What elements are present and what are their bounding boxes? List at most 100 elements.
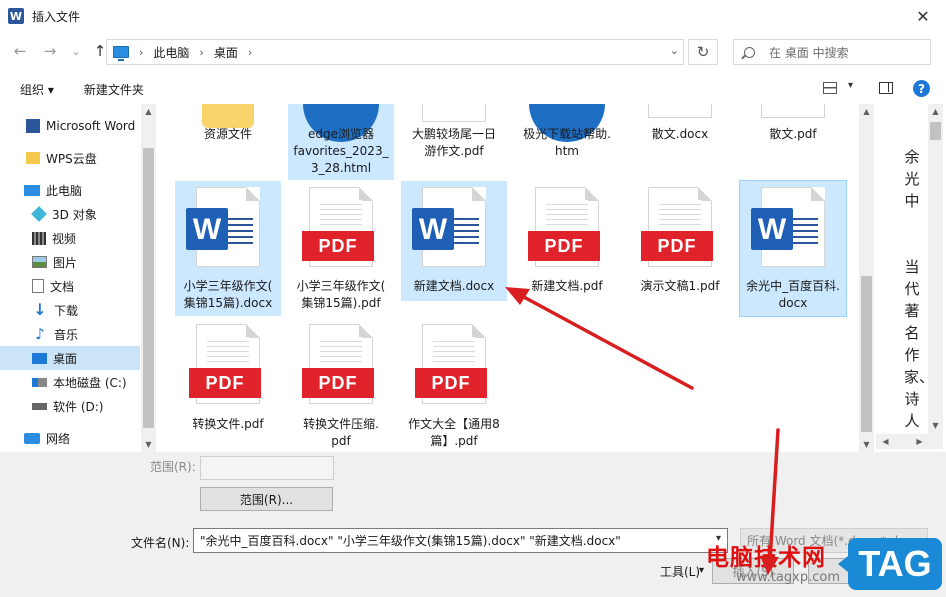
pdf-badge: PDF (189, 368, 261, 398)
scroll-up-icon[interactable]: ▲ (859, 104, 874, 119)
navigation-pane: Microsoft Word WPS云盘 此电脑 3D 对象 视频 图片 文档 … (0, 104, 140, 452)
organize-menu[interactable]: 组织 ▾ (20, 81, 54, 98)
scrollbar-thumb[interactable] (143, 148, 154, 428)
file-item-pdf[interactable]: PDF 作文大全【通用8 篇】.pdf (401, 318, 507, 448)
sidebar-item-software-d[interactable]: 软件 (D:) (0, 394, 140, 418)
sidebar-item-label: 3D 对象 (52, 207, 97, 222)
new-folder-button[interactable]: 新建文件夹 (84, 81, 144, 98)
preview-pane: 余 光 中 当 代 著 名 作 家、 诗 人 ▲ ▼ ◀ ▶ (876, 104, 946, 452)
preview-text: 余 光 中 当 代 著 名 作 家、 诗 人 (904, 146, 934, 432)
breadcrumb-desktop[interactable]: 桌面 (214, 44, 238, 61)
scroll-up-icon[interactable]: ▲ (928, 104, 943, 119)
search-input[interactable]: 在 桌面 中搜索 (733, 39, 931, 65)
view-dropdown-icon[interactable]: ▾ (848, 80, 853, 91)
music-icon: ♪ (35, 325, 45, 343)
forward-button[interactable]: → (38, 39, 62, 63)
file-item-docx[interactable]: W 余光中_百度百科. docx (739, 180, 847, 317)
scroll-down-icon[interactable]: ▼ (859, 437, 874, 452)
word-icon: W (186, 208, 228, 250)
scroll-up-icon[interactable]: ▲ (141, 104, 156, 119)
view-options-icon[interactable] (823, 82, 837, 94)
preview-char: 余 (904, 148, 920, 166)
close-button[interactable]: ✕ (900, 0, 946, 32)
document-lines (320, 337, 362, 365)
preview-char: 中 (904, 192, 920, 210)
file-name: pdf (331, 434, 351, 448)
file-item-pdf[interactable]: PDF 转换文件.pdf (175, 318, 281, 448)
scroll-down-icon[interactable]: ▼ (141, 437, 156, 452)
preview-gap (904, 212, 920, 234)
pdf-icon (761, 104, 825, 118)
computer-icon (24, 184, 40, 196)
file-name: 小学三年级作文( (296, 279, 386, 293)
range-button[interactable]: 范围(R)... (200, 487, 333, 511)
refresh-button[interactable]: ↻ (688, 39, 718, 65)
scroll-right-icon[interactable]: ▶ (912, 434, 927, 449)
pdf-icon: PDF (302, 324, 374, 404)
recent-locations-button[interactable]: ⌄ (64, 39, 88, 63)
scrollbar-thumb[interactable] (861, 276, 872, 432)
sidebar-item-downloads[interactable]: ↓ 下载 (0, 298, 140, 322)
document-lines (546, 200, 588, 228)
file-item-pdf[interactable]: PDF 小学三年级作文( 集锦15篇).pdf (288, 181, 394, 316)
file-item-htm[interactable]: 极光下载站帮助. htm (514, 104, 620, 180)
preview-vertical-scrollbar[interactable]: ▲ ▼ (928, 104, 943, 434)
filename-input[interactable]: "余光中_百度百科.docx" "小学三年级作文(集锦15篇).docx" "新… (193, 528, 728, 553)
file-name: 游作文.pdf (424, 144, 484, 158)
sidebar-item-network[interactable]: 网络 (0, 426, 140, 450)
pdf-icon: PDF (302, 187, 374, 267)
file-item-html[interactable]: edge浏览器 favorites_2023_ 3_28.html (288, 104, 394, 180)
sidebar-item-this-pc[interactable]: 此电脑 (0, 178, 140, 202)
sidebar-item-videos[interactable]: 视频 (0, 226, 140, 250)
preview-char: 人 (904, 412, 920, 430)
search-placeholder: 在 桌面 中搜索 (769, 45, 849, 60)
folder-icon (202, 104, 254, 128)
breadcrumb-this-pc[interactable]: 此电脑 (153, 44, 189, 61)
file-item-docx[interactable]: W 新建文档.docx (401, 181, 507, 301)
sidebar-item-microsoft-word[interactable]: Microsoft Word (0, 114, 140, 138)
pdf-icon (422, 104, 486, 122)
range-label: 范围(R): (150, 460, 196, 474)
scroll-down-icon[interactable]: ▼ (928, 418, 943, 433)
scroll-left-icon[interactable]: ◀ (878, 434, 893, 449)
preview-pane-icon[interactable] (879, 82, 893, 94)
sidebar-item-3d-objects[interactable]: 3D 对象 (0, 202, 140, 226)
sidebar-item-wps-cloud[interactable]: WPS云盘 (0, 146, 140, 170)
file-name: 演示文稿1.pdf (640, 279, 720, 293)
preview-horizontal-scrollbar[interactable]: ◀ ▶ (876, 434, 943, 449)
file-item-pdf[interactable]: PDF 演示文稿1.pdf (627, 181, 733, 301)
sidebar-item-music[interactable]: ♪ 音乐 (0, 322, 140, 346)
preview-char: 光 (904, 170, 920, 188)
tools-dropdown-icon[interactable]: ▾ (699, 565, 704, 576)
sidebar-item-desktop[interactable]: 桌面 (0, 346, 140, 370)
address-bar[interactable]: › 此电脑 › 桌面 › ⌄ (106, 39, 684, 65)
help-icon[interactable]: ? (913, 80, 930, 97)
file-item-docx[interactable]: W 小学三年级作文( 集锦15篇).docx (175, 181, 281, 316)
file-name: 小学三年级作文( (183, 279, 273, 293)
address-dropdown-icon[interactable]: ⌄ (670, 44, 679, 57)
scrollbar-thumb[interactable] (930, 122, 941, 140)
file-item-pdf[interactable]: 大鹏较场尾一日 游作文.pdf (401, 104, 507, 180)
file-item-pdf[interactable]: PDF 新建文档.pdf (514, 181, 620, 301)
file-list-scrollbar[interactable]: ▲ ▼ (859, 104, 874, 452)
back-button[interactable]: ← (8, 39, 32, 63)
sidebar-item-local-disk-c[interactable]: 本地磁盘 (C:) (0, 370, 140, 394)
navigation-scrollbar[interactable]: ▲ ▼ (141, 104, 156, 452)
watermark-tag-logo: TAG (838, 538, 942, 590)
file-name: htm (555, 144, 579, 158)
sidebar-item-pictures[interactable]: 图片 (0, 250, 140, 274)
folder-icon (26, 152, 40, 164)
sidebar-item-documents[interactable]: 文档 (0, 274, 140, 298)
file-name: edge浏览器 (307, 127, 374, 141)
file-item-pdf[interactable]: 散文.pdf (740, 104, 846, 180)
title-bar: W 插入文件 ✕ (0, 0, 946, 32)
file-item-pdf[interactable]: PDF 转换文件压缩. pdf (288, 318, 394, 448)
breadcrumb-separator: › (247, 45, 253, 59)
window-title: 插入文件 (32, 9, 81, 24)
preview-char: 代 (904, 280, 920, 298)
file-item-docx[interactable]: 散文.docx (627, 104, 733, 180)
file-name: 散文.docx (651, 127, 709, 141)
file-item-folder[interactable]: 资源文件 (175, 104, 281, 180)
tools-menu[interactable]: 工具(L) (660, 563, 700, 580)
sidebar-item-label: 图片 (53, 255, 78, 270)
